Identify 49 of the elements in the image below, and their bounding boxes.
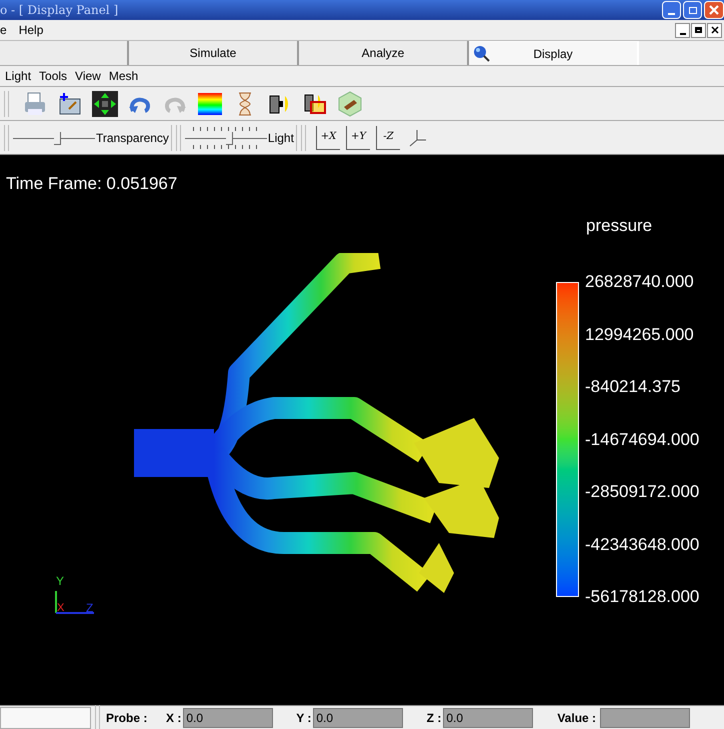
minimize-button[interactable] (675, 22, 690, 38)
axes-icon[interactable] (408, 128, 428, 148)
time-frame-label: Time Frame: 0.051967 (6, 173, 178, 195)
close-icon (709, 5, 719, 15)
close-icon (710, 26, 718, 34)
coordinate-label: X : (165, 710, 182, 726)
color-spectrum-icon[interactable] (197, 90, 223, 116)
value-label: Value : (557, 710, 596, 726)
coordinate-field[interactable]: 0.0 (183, 708, 274, 728)
menu-item[interactable]: Tools (39, 67, 68, 85)
legend-title: pressure (586, 215, 652, 237)
printer-icon[interactable] (22, 90, 48, 116)
view-axis-button[interactable]: -Z (376, 126, 400, 150)
coordinate-field[interactable]: 0.0 (443, 708, 534, 728)
tab[interactable]: Display (469, 41, 639, 65)
view-axis-button[interactable]: +Y (346, 126, 370, 150)
coordinate-label: Z : (426, 710, 442, 726)
menu-item[interactable]: Light (5, 67, 32, 85)
value-field[interactable] (600, 708, 690, 728)
maximize-button[interactable] (683, 1, 702, 19)
axis-label: X (57, 601, 64, 616)
legend-value: -56178128.000 (585, 587, 700, 607)
add-image-icon[interactable] (57, 90, 83, 116)
legend-value: -28509172.000 (585, 482, 700, 502)
axis-triad-icon (53, 591, 95, 615)
hexagon-log-icon[interactable] (337, 90, 363, 116)
menu-item[interactable]: Help (18, 21, 44, 39)
legend-value: -42343648.000 (585, 534, 700, 554)
coordinate-field[interactable]: 0.0 (313, 708, 404, 728)
slider-label: Light (268, 130, 294, 146)
slider[interactable] (184, 124, 267, 150)
menu-item[interactable]: e (0, 21, 7, 39)
coordinate-label: Y : (295, 710, 312, 726)
menu-item[interactable]: Mesh (108, 67, 138, 85)
view-axis-button[interactable]: +X (316, 126, 340, 150)
magnifier-icon (473, 45, 491, 63)
axis-label: Z (86, 600, 94, 617)
axis-label: Y (56, 573, 64, 590)
window-title: o - [ Display Panel ] (0, 2, 120, 19)
legend-value: 26828740.000 (585, 272, 695, 292)
close-button[interactable] (707, 22, 722, 38)
slider-label: Transparency (96, 130, 169, 146)
menu-item[interactable]: View (75, 67, 101, 85)
probe-label: Probe : (106, 710, 148, 726)
restore-button[interactable] (691, 22, 706, 38)
move-arrows-icon[interactable] (92, 90, 118, 116)
legend-value: -14674694.000 (585, 430, 700, 450)
legend-value: -840214.375 (585, 377, 682, 397)
legend-value: 12994265.000 (585, 324, 695, 344)
